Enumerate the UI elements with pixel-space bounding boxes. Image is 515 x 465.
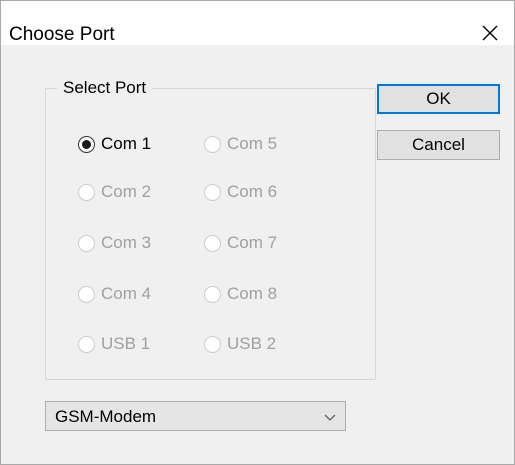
radio-circle [78,285,95,303]
choose-port-dialog: Choose Port Select Port Com 1 Com 2 Com … [0,0,515,465]
radio-circle [78,335,95,353]
device-type-value: GSM-Modem [55,407,157,426]
radio-circle [204,285,221,303]
radio-label: Com 5 [227,134,278,153]
cancel-button[interactable]: Cancel [377,130,500,160]
radio-selected-dot [82,139,91,149]
radio-com-1[interactable]: Com 1 [78,131,151,157]
select-port-legend: Select Port [57,78,153,98]
window-title: Choose Port [9,24,115,45]
radio-com-6[interactable]: Com 6 [204,179,277,205]
radio-usb-1[interactable]: USB 1 [78,331,150,357]
radio-label: Com 1 [101,134,152,153]
radio-usb-2[interactable]: USB 2 [204,331,276,357]
radio-label: Com 3 [101,233,152,252]
title-bar[interactable]: Choose Port [1,1,514,45]
radio-label: Com 6 [227,182,278,201]
close-icon[interactable] [475,18,505,48]
radio-circle [78,183,95,201]
ok-button[interactable]: OK [377,84,500,114]
radio-circle [204,183,221,201]
radio-label: Com 4 [101,284,152,303]
radio-com-2[interactable]: Com 2 [78,179,151,205]
radio-label: Com 2 [101,182,152,201]
radio-com-3[interactable]: Com 3 [78,230,151,256]
radio-label: Com 7 [227,233,278,252]
radio-label: USB 2 [227,334,277,353]
radio-label: Com 8 [227,284,278,303]
radio-com-4[interactable]: Com 4 [78,281,151,307]
radio-com-5[interactable]: Com 5 [204,131,277,157]
radio-circle [204,335,221,353]
radio-label: USB 1 [101,334,151,353]
radio-circle [204,234,221,252]
device-type-select[interactable]: GSM-Modem [45,401,346,431]
radio-circle [78,234,95,252]
radio-com-7[interactable]: Com 7 [204,230,277,256]
dialog-client-area: Select Port Com 1 Com 2 Com 3 Com 4 USB … [1,45,514,464]
radio-circle [204,135,221,153]
radio-circle [78,135,95,153]
chevron-down-icon[interactable] [323,410,337,424]
radio-com-8[interactable]: Com 8 [204,281,277,307]
